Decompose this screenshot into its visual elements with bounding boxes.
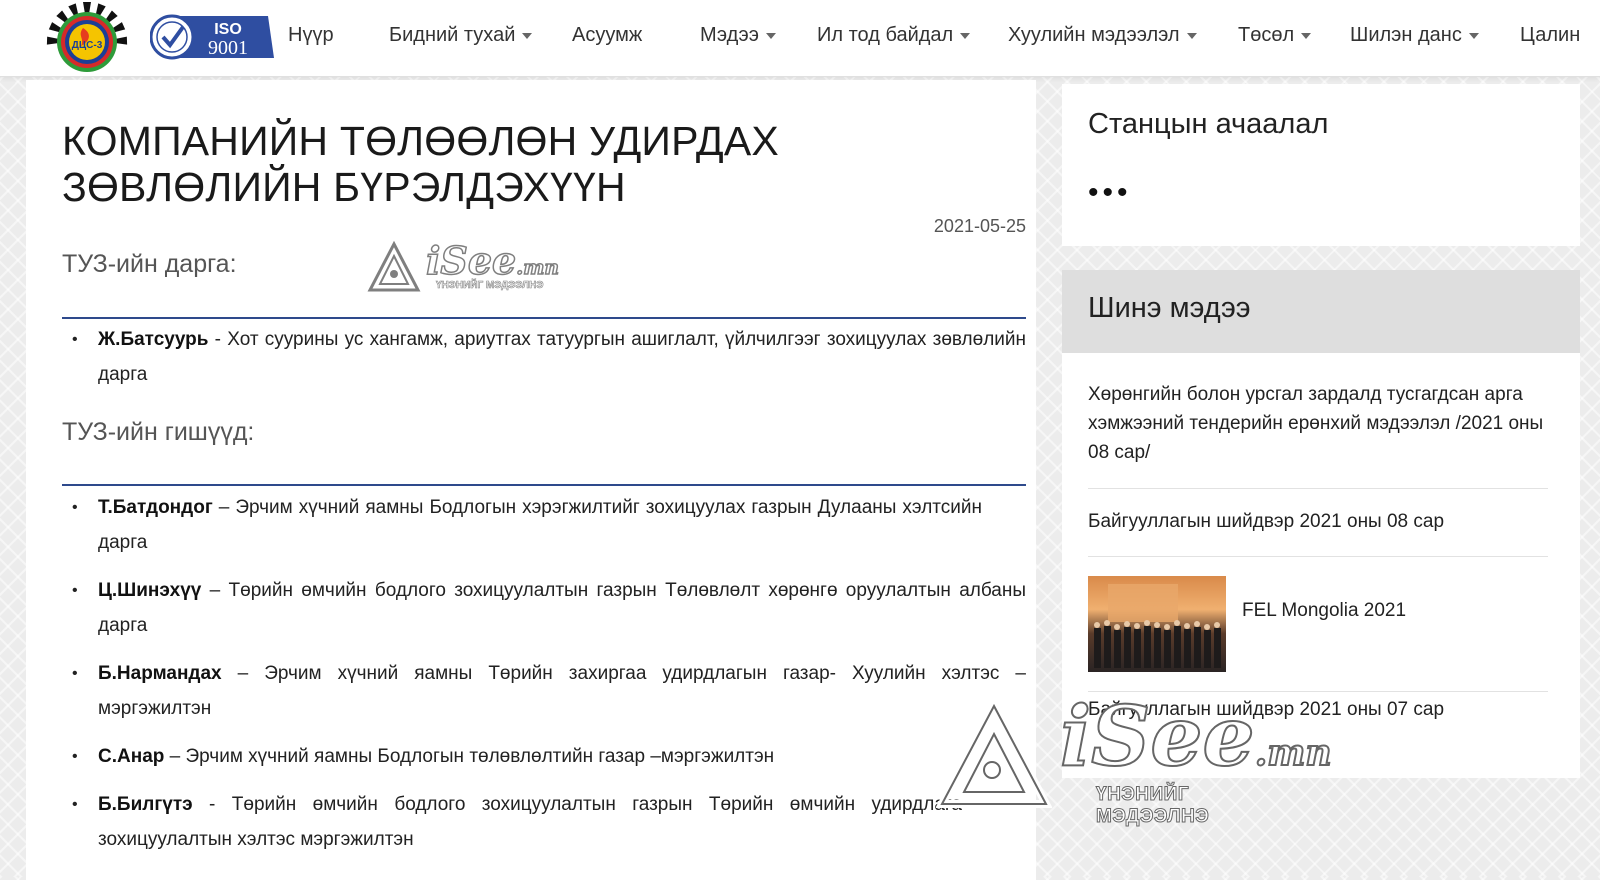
member-role: Хот суурины ус хангамж, ариутгах татуург… bbox=[98, 329, 1027, 385]
nav-survey[interactable]: Асуумж bbox=[572, 24, 642, 47]
watermark-brand: iSee bbox=[1059, 689, 1256, 785]
member-role: Төрийн өмчийн бодлого зохицуулалтын газр… bbox=[98, 580, 1027, 636]
post-date: 2021-05-25 bbox=[933, 216, 1026, 236]
list-item: • С.Анар – Эрчим хүчний яамны Бодлогын т… bbox=[72, 746, 775, 767]
member-role: Эрчим хүчний яамны Бодлогын төлөвлөлтийн… bbox=[185, 746, 775, 767]
member-name: С.Анар bbox=[98, 746, 165, 767]
watermark-tagline: ҮНЭНИЙГ МЭДЭЭЛНЭ bbox=[436, 280, 544, 292]
member-name: Ж.Батсуурь bbox=[98, 329, 209, 350]
nav-transparency[interactable]: Ил тод байдал bbox=[817, 24, 971, 47]
station-load-title: Станцын ачаалал bbox=[1088, 108, 1329, 140]
loading-indicator: ••• bbox=[1088, 176, 1132, 209]
news-item[interactable]: FEL Mongolia 2021 bbox=[1242, 596, 1542, 625]
member-name: Ц.Шинэхүү bbox=[98, 580, 202, 601]
watermark-large: iSee.mn ҮНЭНИЙГ МЭДЭЭЛНЭ bbox=[936, 691, 1333, 828]
member-name: Б.Нармандах bbox=[98, 663, 222, 684]
list-item: • Б.Нармандах – Эрчим хүчний яамны Төрий… bbox=[72, 663, 1026, 719]
news-item[interactable]: Байгууллагын шийдвэр 2021 оны 08 сар bbox=[1088, 507, 1548, 536]
station-load-card: Станцын ачаалал ••• bbox=[1062, 84, 1580, 246]
site-header: ДЦС-3 ISO 9001 Нүүр Бидний тухай Асуумж … bbox=[0, 0, 1600, 77]
section-divider bbox=[62, 317, 1026, 319]
main-nav: Нүүр Бидний тухай Асуумж Мэдээ Ил тод ба… bbox=[0, 0, 1600, 76]
chevron-down-icon bbox=[1468, 32, 1479, 39]
nav-salary[interactable]: Цалин bbox=[1520, 24, 1580, 47]
nav-glass-account[interactable]: Шилэн данс bbox=[1350, 24, 1479, 47]
chevron-down-icon bbox=[522, 32, 533, 39]
news-thumbnail[interactable] bbox=[1088, 576, 1226, 672]
latest-news-title: Шинэ мэдээ bbox=[1088, 292, 1251, 324]
list-item: • Б.Билгүтэ - Төрийн өмчийн бодлого зохи… bbox=[72, 794, 962, 850]
nav-news[interactable]: Мэдээ bbox=[700, 24, 776, 47]
member-name: Т.Батдондог bbox=[98, 497, 213, 518]
chevron-down-icon bbox=[1301, 32, 1312, 39]
watermark-tagline: ҮНЭНИЙГ МЭДЭЭЛНЭ bbox=[1096, 784, 1210, 828]
news-divider bbox=[1088, 488, 1548, 489]
nav-budget[interactable]: Төсөл bbox=[1238, 24, 1312, 47]
page-title: КОМПАНИЙН ТӨЛӨӨЛӨН УДИРДАХ ЗӨВЛӨЛИЙН БҮР… bbox=[62, 118, 779, 210]
members-heading: ТУЗ-ийн гишүүд: bbox=[62, 418, 255, 446]
chevron-down-icon bbox=[765, 32, 776, 39]
watermark-domain: .mn bbox=[515, 254, 559, 280]
article-card: КОМПАНИЙН ТӨЛӨӨЛӨН УДИРДАХ ЗӨВЛӨЛИЙН БҮР… bbox=[26, 80, 1036, 880]
member-name: Б.Билгүтэ bbox=[98, 794, 193, 815]
section-divider bbox=[62, 484, 1026, 486]
watermark-small: iSee.mn ҮНЭНИЙГ МЭДЭЭЛНЭ bbox=[366, 237, 560, 300]
nav-legal[interactable]: Хуулийн мэдээлэл bbox=[1008, 24, 1197, 47]
list-item: • Ж.Батсуурь - Хот суурины ус хангамж, а… bbox=[72, 329, 1027, 385]
list-item: • Ц.Шинэхүү – Төрийн өмчийн бодлого зохи… bbox=[72, 580, 1027, 636]
watermark-logo-icon bbox=[936, 700, 1052, 808]
list-item: • Т.Батдондог – Эрчим хүчний яамны Бодло… bbox=[72, 497, 982, 553]
news-divider bbox=[1088, 556, 1548, 557]
chevron-down-icon bbox=[960, 32, 971, 39]
watermark-logo-icon bbox=[367, 240, 421, 292]
news-item[interactable]: Хөрөнгийн болон урсгал зардалд тусгагдса… bbox=[1088, 380, 1548, 467]
chevron-down-icon bbox=[1186, 32, 1197, 39]
watermark-brand: iSee bbox=[425, 237, 517, 284]
nav-about[interactable]: Бидний тухай bbox=[389, 24, 533, 47]
nav-home[interactable]: Нүүр bbox=[288, 24, 334, 47]
watermark-domain: .mn bbox=[1254, 731, 1333, 775]
chair-heading: ТУЗ-ийн дарга: bbox=[62, 250, 237, 278]
